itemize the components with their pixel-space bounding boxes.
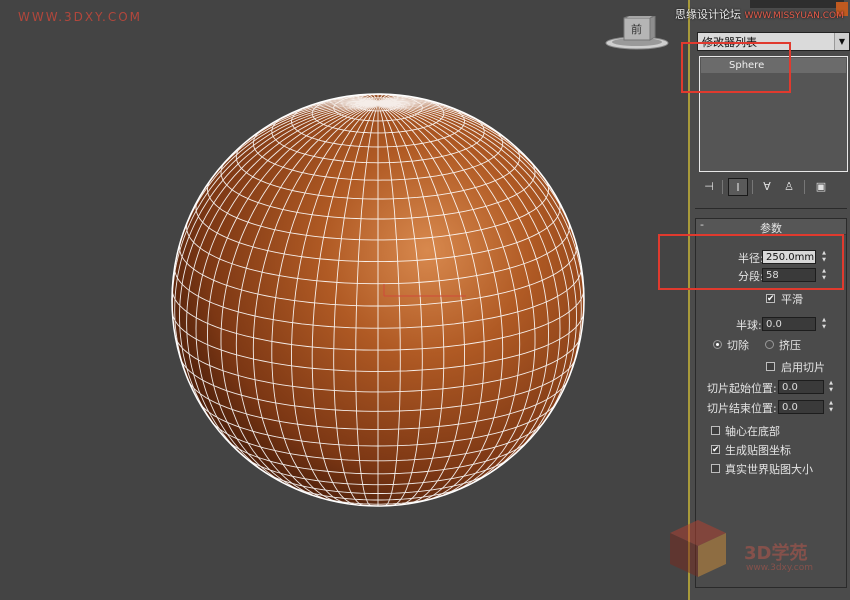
pin-stack-icon[interactable]: ⊣: [700, 178, 718, 196]
viewcube[interactable]: 前: [603, 15, 671, 52]
enable-slice-checkbox[interactable]: [766, 362, 775, 371]
hemisphere-label: 半球:: [736, 319, 762, 332]
params-highlight-box: [658, 234, 844, 290]
chop-radio[interactable]: [713, 340, 722, 349]
watermark-bottom-url: www.3dxy.com: [746, 563, 814, 573]
hemisphere-spinner[interactable]: ▲ ▼: [819, 317, 829, 331]
3dxy-logo-icon: [670, 520, 726, 577]
real-world-map-checkbox[interactable]: [711, 464, 720, 473]
make-unique-icon[interactable]: ∀: [758, 178, 776, 196]
base-to-pivot-label: 轴心在底部: [725, 425, 780, 438]
slice-from-input[interactable]: 0.0: [778, 380, 824, 394]
hemisphere-input[interactable]: 0.0: [762, 317, 816, 331]
real-world-map-label: 真实世界贴图大小: [725, 463, 813, 476]
squash-radio[interactable]: [765, 340, 774, 349]
sphere-render[interactable]: [0, 0, 688, 600]
slice-to-input[interactable]: 0.0: [778, 400, 824, 414]
stack-highlight-box: [681, 42, 791, 93]
perspective-viewport[interactable]: WWW.3DXY.COM 前: [0, 0, 688, 600]
toolbar-separator: [722, 180, 723, 194]
generate-mapping-label: 生成贴图坐标: [725, 444, 791, 457]
watermark-bottom-text: 3D学苑: [744, 543, 808, 564]
remove-modifier-icon[interactable]: ♙: [780, 178, 798, 196]
chop-label: 切除: [727, 339, 749, 352]
base-to-pivot-checkbox[interactable]: [711, 426, 720, 435]
panel-divider: [695, 208, 847, 209]
squash-label: 挤压: [779, 339, 801, 352]
configure-modifier-sets-icon[interactable]: ▣: [812, 178, 830, 196]
show-end-result-icon[interactable]: Ⅰ: [728, 178, 748, 196]
slice-from-spinner[interactable]: ▲ ▼: [826, 380, 836, 394]
slice-to-spinner[interactable]: ▲ ▼: [826, 400, 836, 414]
slice-from-label: 切片起始位置:: [707, 382, 777, 395]
slice-to-label: 切片结束位置:: [707, 402, 777, 415]
toolbar-separator: [804, 180, 805, 194]
watermark-top-right: 思缘设计论坛 WWW.MISSYUAN.COM: [675, 8, 844, 21]
chevron-down-icon[interactable]: ▼: [834, 33, 849, 50]
stack-toolbar: ⊣ Ⅰ ∀ ♙ ▣: [700, 178, 845, 196]
generate-mapping-checkbox[interactable]: ✔: [711, 445, 720, 455]
smooth-checkbox[interactable]: ✔: [766, 294, 775, 304]
rollout-header[interactable]: - 参数: [696, 218, 846, 235]
viewcube-face-label[interactable]: 前: [631, 21, 642, 37]
toolbar-separator: [752, 180, 753, 194]
enable-slice-label: 启用切片: [781, 361, 825, 374]
smooth-label: 平滑: [781, 293, 803, 306]
